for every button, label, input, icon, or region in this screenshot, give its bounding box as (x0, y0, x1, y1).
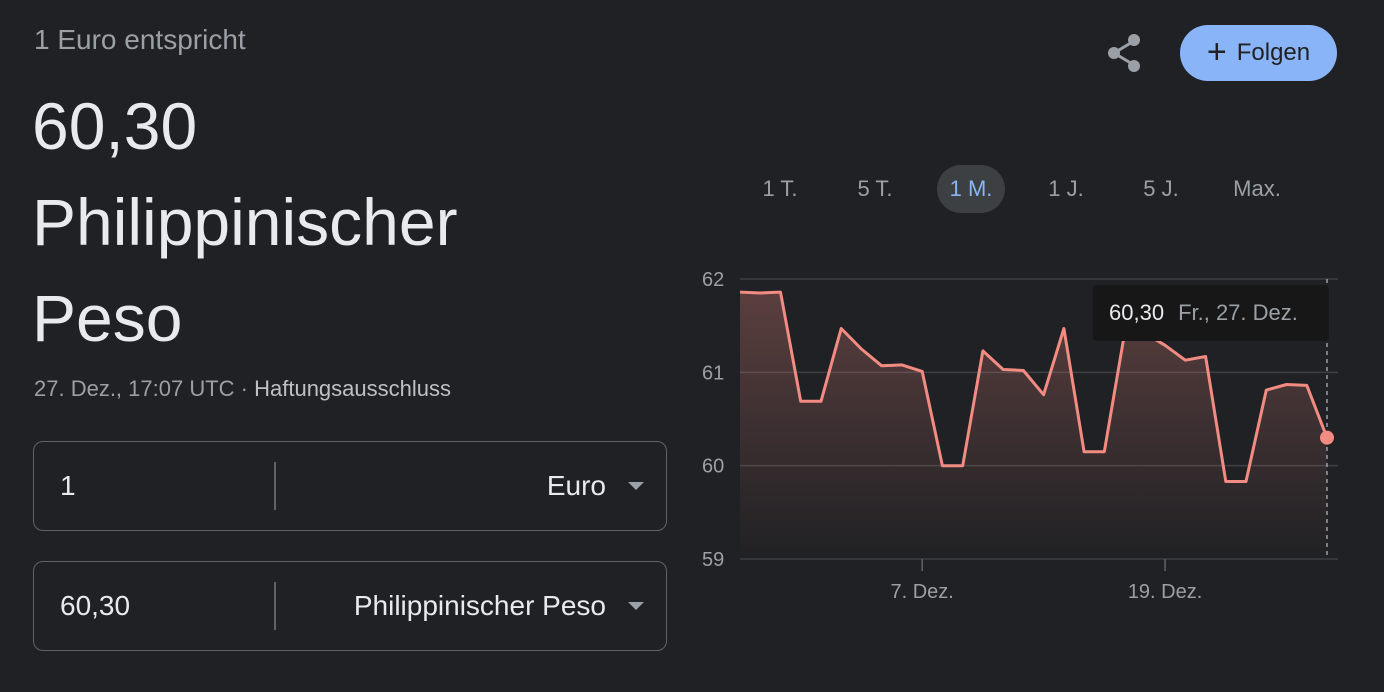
tab-5-days[interactable]: 5 T. (839, 165, 911, 213)
tooltip-value: 60,30 (1109, 300, 1165, 325)
x-tick-label: 19. Dez. (1128, 581, 1202, 603)
to-amount-input[interactable]: 60,30 (60, 562, 260, 650)
chevron-down-icon (628, 602, 644, 610)
conversion-subtitle: 1 Euro entspricht (34, 24, 246, 55)
result-currency-line2: Peso (32, 281, 183, 355)
timestamp: 27. Dez., 17:07 UTC (34, 376, 235, 401)
tab-1-month[interactable]: 1 M. (937, 165, 1005, 213)
y-tick-label: 60 (702, 456, 724, 478)
chevron-down-icon (628, 482, 644, 490)
tab-5-years[interactable]: 5 J. (1125, 165, 1197, 213)
divider (274, 582, 276, 630)
tab-1-year[interactable]: 1 J. (1030, 165, 1102, 213)
follow-label: Folgen (1236, 39, 1311, 66)
tab-max[interactable]: Max. (1218, 165, 1296, 213)
rate-meta: 27. Dez., 17:07 UTC · Haftungsausschluss (34, 376, 451, 402)
y-tick-label: 59 (702, 549, 724, 571)
divider (274, 462, 276, 510)
tooltip-date: Fr., 27. Dez. (1178, 300, 1298, 325)
from-amount-input[interactable]: 1 (60, 442, 260, 530)
plus-icon: + (1206, 32, 1227, 71)
time-range-tabs: 1 T. 5 T. 1 M. 1 J. 5 J. Max. (740, 165, 1340, 213)
follow-button[interactable]: + Folgen (1180, 25, 1337, 81)
tab-1-day[interactable]: 1 T. (744, 165, 816, 213)
y-tick-label: 61 (702, 362, 724, 384)
chart-current-point (1320, 430, 1334, 445)
to-currency-select[interactable]: Philippinischer Peso (354, 562, 644, 650)
share-button[interactable] (1100, 28, 1148, 76)
from-currency-select[interactable]: Euro (547, 442, 644, 530)
to-currency-label: Philippinischer Peso (353, 590, 606, 621)
disclaimer-link[interactable]: Haftungsausschluss (254, 376, 451, 401)
share-icon (1108, 34, 1140, 72)
chart-tooltip: 60,30 Fr., 27. Dez. (1093, 285, 1329, 341)
from-currency-label: Euro (546, 470, 606, 501)
to-converter-row: 60,30 Philippinischer Peso (33, 561, 667, 651)
x-tick-label: 7. Dez. (890, 581, 953, 603)
y-tick-label: 62 (702, 269, 724, 291)
meta-separator: · (234, 376, 255, 401)
conversion-result: 60,30 Philippinischer Peso (32, 78, 458, 366)
from-converter-row: 1 Euro (33, 441, 667, 531)
result-value: 60,30 (32, 89, 198, 163)
result-currency-line1: Philippinischer (32, 185, 458, 259)
